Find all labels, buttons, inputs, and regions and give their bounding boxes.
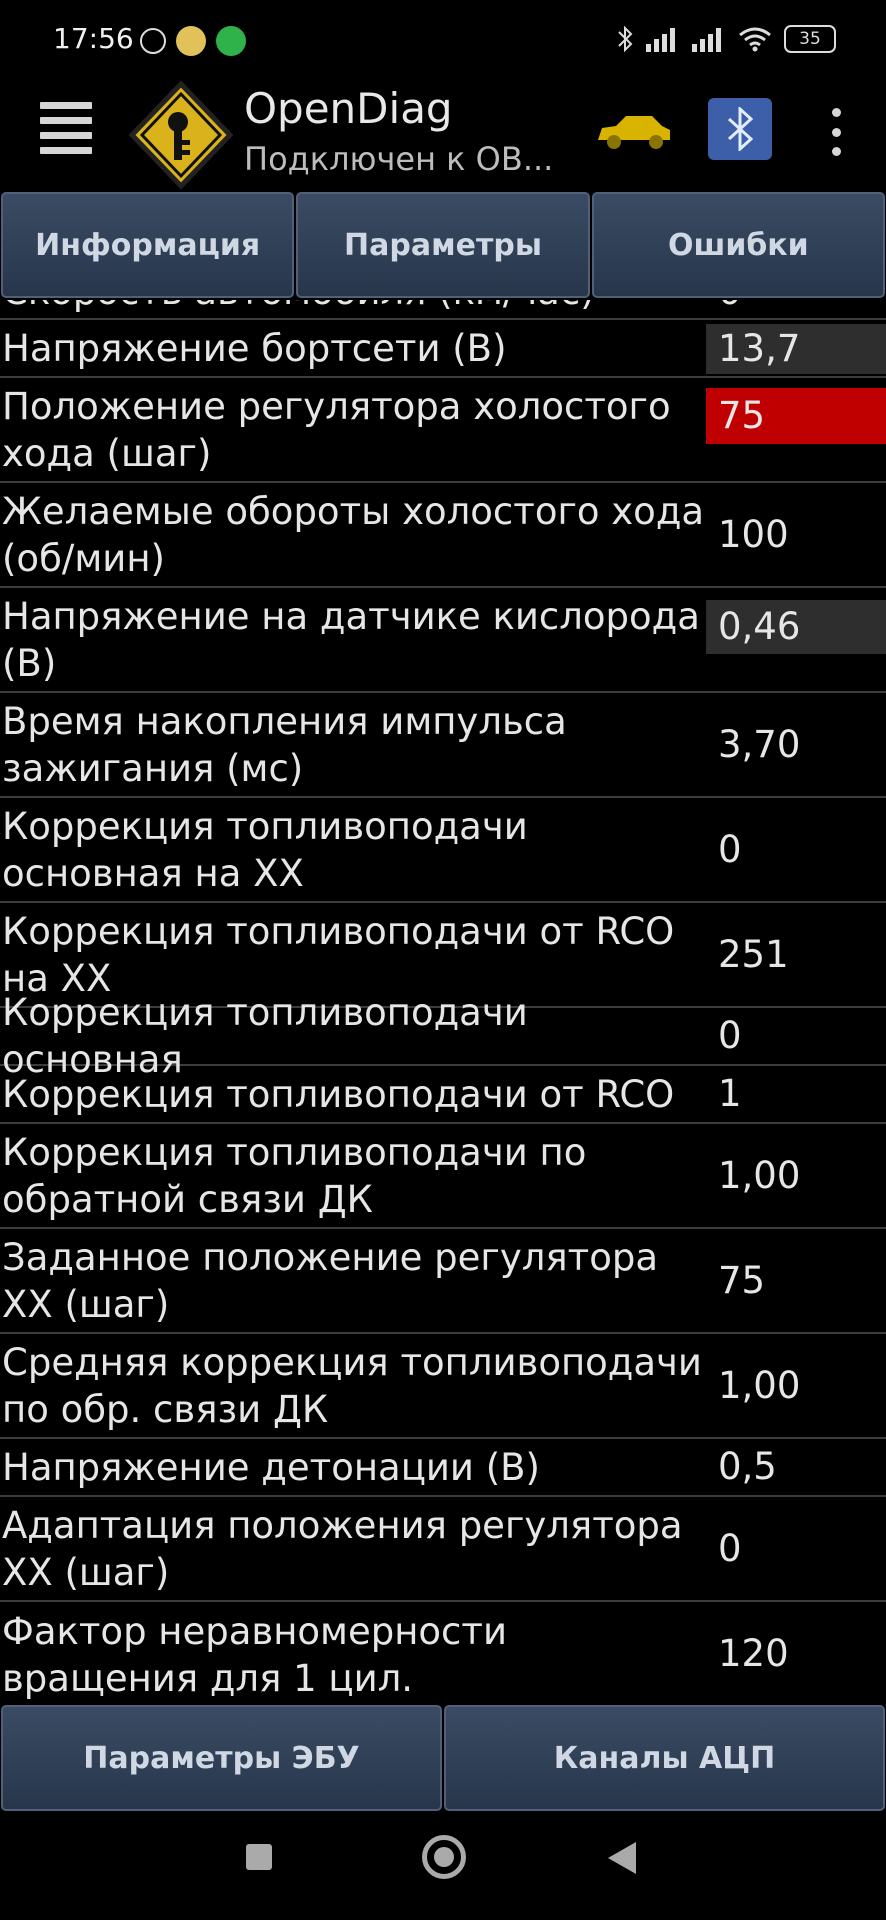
bluetooth-icon [618, 25, 633, 53]
param-label: Напряжение детонации (В) [2, 1445, 540, 1489]
param-label: Напряжение на датчике кислорода (В) [2, 594, 700, 685]
param-label: Желаемые обороты холостого хода (об/мин) [2, 489, 705, 580]
alarm-icon [140, 28, 166, 54]
car-icon[interactable] [594, 106, 674, 156]
param-value: 1 [718, 1072, 742, 1115]
battery-level: 35 [799, 29, 821, 49]
list-item: Коррекция топливоподачи от RCO 1 [0, 1066, 886, 1124]
list-item: Коррекция топливоподачи основная на ХХ 0 [0, 798, 886, 903]
param-label: Коррекция топливоподачи от RCO [2, 1072, 675, 1116]
system-nav-bar [0, 1820, 886, 1920]
param-value: 0 [718, 1527, 742, 1570]
param-value: 0 [718, 828, 742, 871]
list-item: Адаптация положения регулятора ХХ (шаг) … [0, 1497, 886, 1602]
list-item: Напряжение бортсети (В) 13,7 [0, 320, 886, 378]
list-item: Заданное положение регулятора ХХ (шаг) 7… [0, 1229, 886, 1334]
param-value: 3,70 [718, 723, 801, 766]
recents-button[interactable] [246, 1844, 272, 1870]
list-item: Время накопления импульса зажигания (мс)… [0, 693, 886, 798]
list-item: Скорость автомобиля (км/час) 0 [0, 300, 886, 320]
location-icon [176, 26, 206, 56]
list-item: Коррекция топливоподачи по обратной связ… [0, 1124, 886, 1229]
wifi-icon [739, 27, 771, 52]
menu-icon[interactable] [40, 102, 92, 158]
app-logo-icon [128, 80, 234, 190]
bottom-button-bar: Параметры ЭБУ Каналы АЦП [0, 1705, 886, 1813]
list-item: Напряжение детонации (В) 0,5 [0, 1439, 886, 1497]
param-value: 1,00 [718, 1364, 801, 1407]
bluetooth-icon[interactable] [708, 98, 772, 160]
tab-parameters[interactable]: Параметры [296, 192, 590, 298]
ecu-parameters-button[interactable]: Параметры ЭБУ [1, 1705, 442, 1811]
param-label: Заданное положение регулятора ХХ (шаг) [2, 1235, 659, 1326]
status-notification-icons [140, 26, 246, 56]
param-value: 0 [706, 300, 886, 313]
more-vert-icon[interactable] [826, 108, 846, 156]
param-label: Средняя коррекция топливоподачи по обр. … [2, 1340, 702, 1431]
param-label: Фактор неравномерности вращения для 1 ци… [2, 1609, 507, 1700]
home-button[interactable] [422, 1835, 466, 1879]
list-item: Коррекция топливоподачи основная 0 [0, 991, 886, 1081]
status-time: 17:56 [53, 22, 134, 55]
param-value: 0,5 [718, 1445, 777, 1488]
tab-bar: Информация Параметры Ошибки [0, 192, 886, 300]
phone-icon [216, 26, 246, 56]
list-item: Положение регулятора холостого хода (шаг… [0, 378, 886, 483]
param-value: 251 [718, 933, 789, 976]
param-label: Положение регулятора холостого хода (шаг… [2, 384, 671, 475]
parameter-list[interactable]: Скорость автомобиля (км/час) 0 Напряжени… [0, 300, 886, 1705]
app-bar: OpenDiag Подключен к ОВ... [0, 80, 886, 190]
param-value: 75 [706, 388, 886, 444]
app-title: OpenDiag [244, 84, 453, 133]
param-value: 0 [718, 1014, 742, 1057]
param-value: 1,00 [718, 1154, 801, 1197]
param-value: 0,46 [706, 600, 886, 654]
status-system-icons: 35 [616, 24, 836, 54]
list-item: Фактор неравномерности вращения для 1 ци… [0, 1602, 886, 1705]
signal-icon [692, 28, 721, 52]
param-label: Коррекция топливоподачи от RCO на ХХ [2, 909, 675, 1000]
connection-status: Подключен к ОВ... [244, 140, 554, 178]
signal-icon [646, 28, 675, 52]
status-bar: 17:56 35 [0, 0, 886, 80]
param-value: 75 [718, 1259, 766, 1302]
param-label: Коррекция топливоподачи основная на ХХ [2, 804, 528, 895]
param-label: Коррекция топливоподачи по обратной связ… [2, 1130, 587, 1221]
list-item: Желаемые обороты холостого хода (об/мин)… [0, 483, 886, 588]
tab-information[interactable]: Информация [1, 192, 295, 298]
list-item: Напряжение на датчике кислорода (В) 0,46 [0, 588, 886, 693]
tab-errors[interactable]: Ошибки [591, 192, 885, 298]
param-label: Время накопления импульса зажигания (мс) [2, 699, 567, 790]
param-label: Адаптация положения регулятора ХХ (шаг) [2, 1503, 683, 1594]
back-button[interactable] [608, 1842, 636, 1874]
list-item: Средняя коррекция топливоподачи по обр. … [0, 1334, 886, 1439]
param-label: Скорость автомобиля (км/час) [0, 300, 706, 315]
battery-icon: 35 [784, 25, 836, 53]
param-value: 120 [718, 1632, 789, 1675]
param-label: Напряжение бортсети (В) [2, 326, 507, 370]
app-root: 17:56 35 OpenDiag Подключен к ОВ... Инфо… [0, 0, 886, 1920]
param-value: 13,7 [706, 324, 886, 374]
param-value: 100 [718, 513, 789, 556]
adc-channels-button[interactable]: Каналы АЦП [444, 1705, 885, 1811]
